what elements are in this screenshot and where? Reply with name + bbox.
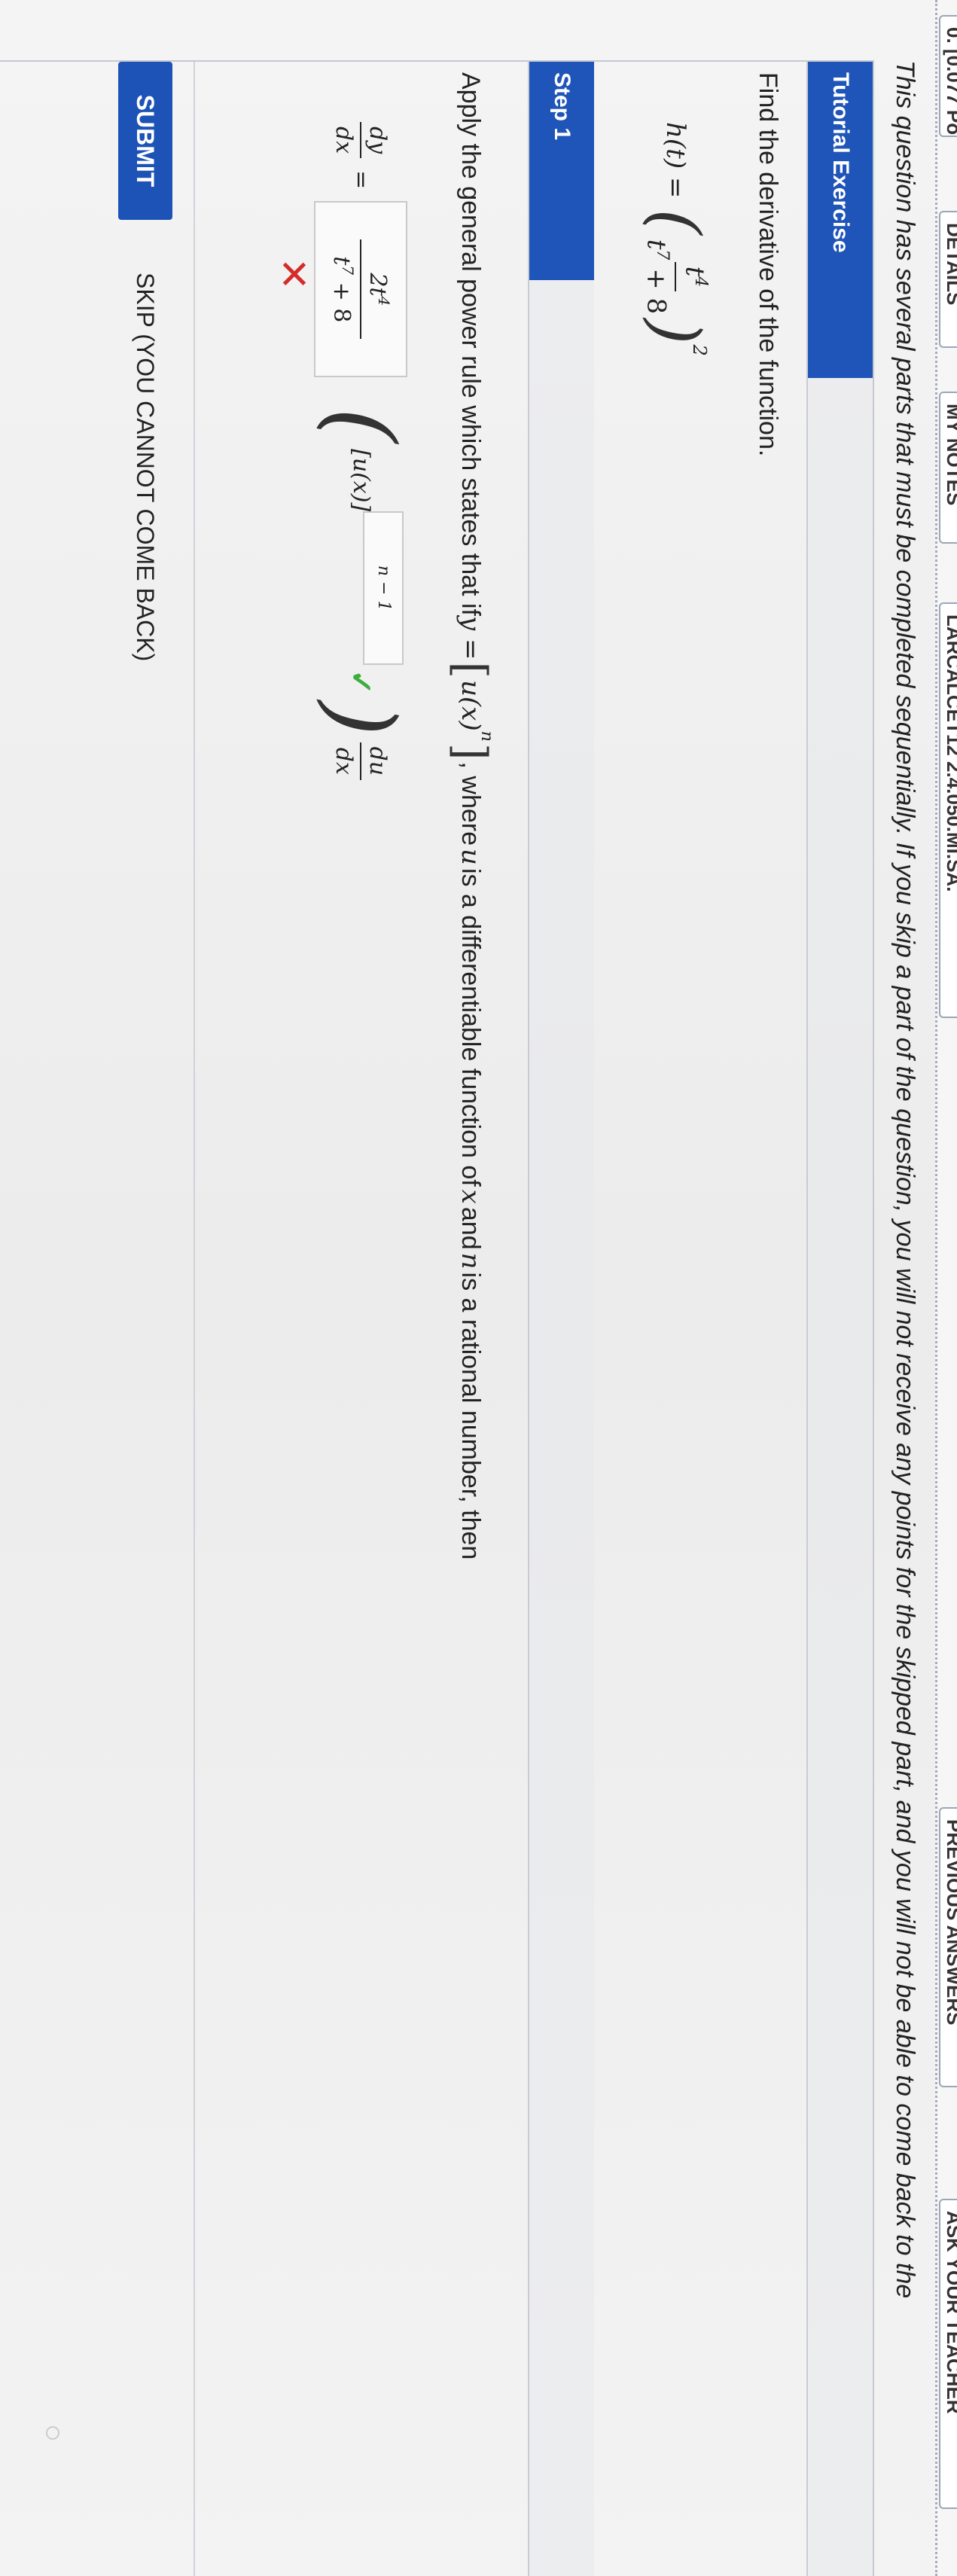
inner-base: [u(x)]: [348, 449, 374, 512]
page: 0. [0.077 Points] DETAILS MY NOTES LARCA…: [0, 0, 957, 2576]
right-paren: ): [637, 319, 715, 345]
answer-box-1[interactable]: 2t4 t7 + 8: [314, 201, 408, 378]
tutorial-header: Tutorial Exercise: [808, 62, 873, 378]
tutorial-panel: Tutorial Exercise Find the derivative of…: [0, 60, 874, 2576]
tutorial-header-band: Tutorial Exercise: [806, 62, 873, 2576]
step1-header: Step 1: [529, 62, 594, 280]
problem-id-tab: LARCALCET12 2.4.050.MI.SA.: [939, 602, 957, 1018]
top-tab-bar: 0. [0.077 Points] DETAILS MY NOTES LARCA…: [935, 0, 957, 2576]
answer-1-fraction: 2t4 t7 + 8: [329, 239, 394, 340]
action-row: SUBMIT SKIP (YOU CANNOT COME BACK): [112, 62, 172, 739]
points-tab: 0. [0.077 Points]: [939, 15, 957, 137]
left-paren: (: [637, 209, 715, 235]
step1-header-band: Step 1: [528, 62, 594, 2576]
my-notes-tab[interactable]: MY NOTES: [939, 392, 957, 544]
decorative-circle: [46, 2426, 59, 2440]
incorrect-x-icon: ✕: [270, 258, 315, 291]
divider: [194, 62, 195, 2576]
function-fraction: t4 t7 + 8: [642, 239, 710, 315]
details-tab[interactable]: DETAILS: [939, 211, 957, 348]
left-big-paren: (: [309, 407, 413, 444]
previous-answers-tab[interactable]: PREVIOUS ANSWERS: [939, 1807, 957, 2087]
step1-instructions: Apply the general power rule which state…: [445, 72, 496, 1560]
instructions-text: This question has several parts that mus…: [891, 60, 919, 2299]
function-lhs: h(t) =: [660, 122, 691, 199]
answer-box-2[interactable]: n − 1: [363, 511, 404, 666]
dy-dx-fraction: dy dx: [331, 122, 392, 159]
submit-button[interactable]: SUBMIT: [118, 62, 172, 220]
skip-button[interactable]: SKIP (YOU CANNOT COME BACK): [131, 273, 159, 661]
right-big-paren: ): [309, 700, 413, 736]
ask-your-teacher-tab[interactable]: ASK YOUR TEACHER: [939, 2199, 957, 2509]
outer-exponent: 2: [689, 344, 710, 356]
function-definition: h(t) = ( t4 t7 + 8 ) 2: [637, 122, 715, 356]
derivative-expression: dy dx = 2t4 t7 + 8 ( [u(x)] n − 1 ✓ ) du…: [309, 122, 413, 781]
correct-check-icon: ✓: [343, 669, 379, 695]
du-dx-fraction: du dx: [331, 742, 392, 781]
tutorial-prompt: Find the derivative of the function.: [754, 72, 782, 457]
